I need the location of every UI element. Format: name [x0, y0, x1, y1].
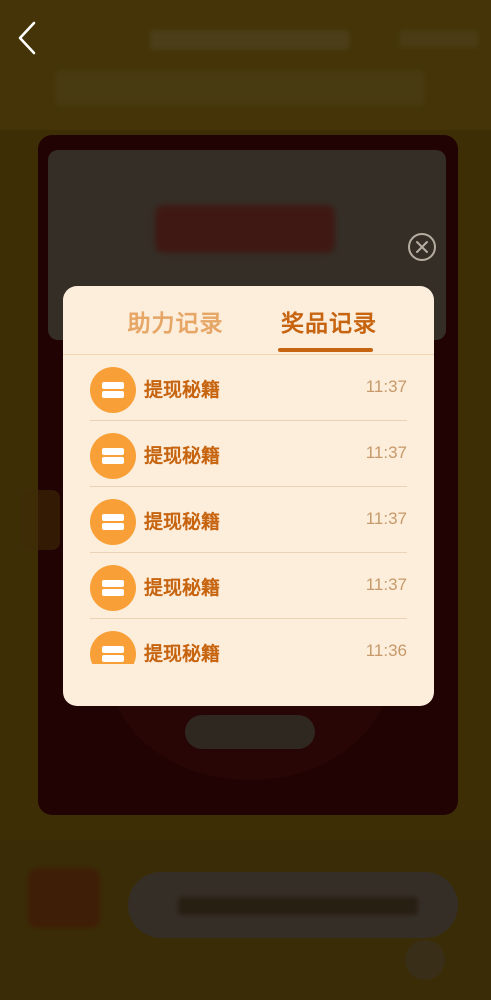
list-item: 提现秘籍 11:36 [90, 619, 407, 664]
tab-prize-records[interactable]: 奖品记录 [273, 304, 385, 354]
coupon-icon [90, 499, 136, 545]
record-name: 提现秘籍 [144, 577, 221, 599]
chevron-left-icon [18, 21, 36, 55]
prize-record-list[interactable]: 提现秘籍 11:37 提现秘籍 11:37 提现秘籍 11:37 提现秘籍 11… [90, 355, 407, 664]
record-name: 提现秘籍 [144, 643, 221, 664]
close-circle-icon [416, 241, 428, 253]
coupon-icon [90, 433, 136, 479]
record-name: 提现秘籍 [144, 379, 221, 401]
record-time: 11:37 [365, 377, 407, 396]
records-modal: 助力记录 奖品记录 提现秘籍 11:37 提现秘籍 11:37 提现秘籍 11:… [63, 286, 434, 706]
list-item: 提现秘籍 11:37 [90, 355, 407, 421]
coupon-icon [90, 565, 136, 611]
close-button[interactable] [408, 233, 436, 261]
list-item: 提现秘籍 11:37 [90, 553, 407, 619]
record-name: 提现秘籍 [144, 511, 221, 533]
coupon-icon [90, 367, 136, 413]
record-time: 11:37 [365, 575, 407, 594]
list-item: 提现秘籍 11:37 [90, 421, 407, 487]
back-button[interactable] [10, 18, 44, 58]
record-time: 11:37 [365, 509, 407, 528]
record-name: 提现秘籍 [144, 445, 221, 467]
tab-help-records[interactable]: 助力记录 [118, 304, 233, 354]
record-time: 11:37 [365, 443, 407, 462]
coupon-icon [90, 631, 136, 664]
list-item: 提现秘籍 11:37 [90, 487, 407, 553]
record-time: 11:36 [365, 641, 407, 660]
active-tab-indicator [278, 348, 373, 352]
records-tabs: 助力记录 奖品记录 [63, 286, 434, 355]
